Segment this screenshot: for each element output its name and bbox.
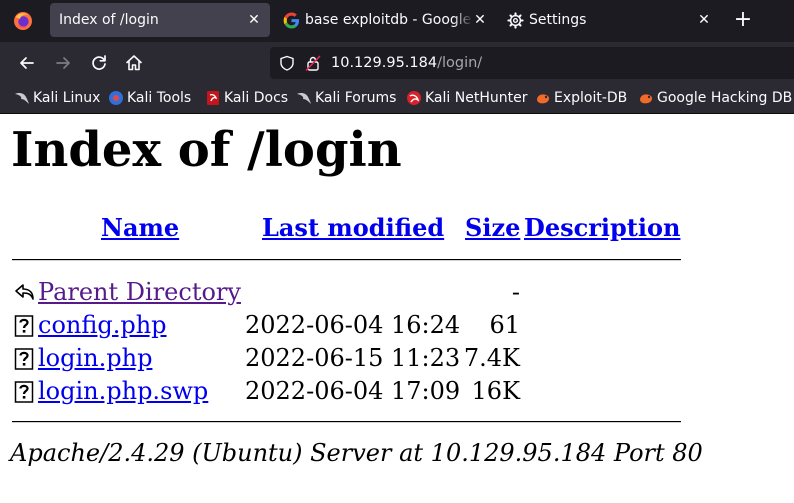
bookmark-label: Kali Docs bbox=[224, 90, 289, 106]
new-tab-button[interactable]: + bbox=[733, 8, 753, 32]
firefox-menu-icon[interactable] bbox=[13, 11, 33, 31]
unknown-file-icon bbox=[14, 381, 34, 403]
file-link-login-php[interactable]: login.php bbox=[38, 342, 152, 374]
file-size: 61 bbox=[489, 311, 520, 339]
column-header-last-modified[interactable]: Last modified bbox=[262, 213, 444, 243]
url-host: 10.129.95.184 bbox=[331, 55, 438, 71]
url-path: /login/ bbox=[437, 55, 483, 71]
file-size: 16K bbox=[471, 377, 520, 405]
page-content: Index of /login Name Last modified Size … bbox=[0, 115, 794, 503]
kali-tools-icon bbox=[109, 91, 123, 105]
parent-directory-link[interactable]: Parent Directory bbox=[38, 276, 241, 308]
nethunter-icon bbox=[407, 91, 421, 105]
exploitdb-icon bbox=[537, 94, 549, 104]
back-arrow-icon[interactable] bbox=[14, 50, 40, 76]
bookmark-label: Kali Linux bbox=[33, 90, 101, 106]
table-row: login.php.swp 2022-06-04 17:09 16K bbox=[12, 375, 532, 408]
exploitdb-icon bbox=[640, 94, 652, 104]
column-header-name[interactable]: Name bbox=[101, 213, 179, 243]
tab-strip: Index of /login ✕ base exploitdb - Googl… bbox=[0, 0, 794, 42]
file-link-config-php[interactable]: config.php bbox=[38, 309, 167, 341]
tab-label: Settings bbox=[529, 12, 587, 28]
reload-icon[interactable] bbox=[86, 50, 112, 76]
page-title: Index of /login bbox=[11, 122, 402, 178]
table-row: login.php 2022-06-15 11:23 7.4K bbox=[12, 342, 532, 375]
bookmark-label: Kali Forums bbox=[315, 90, 397, 106]
bookmark-label: Exploit-DB bbox=[554, 90, 628, 106]
column-header-size[interactable]: Size bbox=[465, 213, 520, 243]
gear-icon bbox=[507, 12, 524, 29]
close-tab-icon[interactable]: ✕ bbox=[246, 12, 262, 28]
home-icon[interactable] bbox=[121, 50, 147, 76]
back-arrow-icon bbox=[15, 284, 34, 300]
bookmark-label: Kali NetHunter bbox=[425, 90, 528, 106]
last-modified: 2022-06-04 17:09 bbox=[245, 377, 461, 405]
navigation-toolbar: 10.129.95.184/login/ bbox=[0, 42, 794, 84]
server-signature: Apache/2.4.29 (Ubuntu) Server at 10.129.… bbox=[10, 439, 703, 467]
file-link-login-php-swp[interactable]: login.php.swp bbox=[38, 375, 208, 407]
close-tab-icon[interactable]: ✕ bbox=[696, 12, 712, 28]
google-icon bbox=[283, 12, 300, 29]
tab-index-of-login[interactable]: Index of /login ✕ bbox=[50, 0, 270, 42]
close-tab-icon[interactable]: ✕ bbox=[472, 12, 488, 28]
last-modified: 2022-06-15 11:23 bbox=[245, 344, 461, 372]
shield-icon[interactable] bbox=[279, 55, 295, 71]
divider bbox=[12, 259, 681, 261]
insecure-lock-icon[interactable] bbox=[305, 55, 321, 71]
bookmark-label: Google Hacking DB bbox=[657, 90, 793, 106]
table-row: Parent Directory - bbox=[12, 276, 532, 309]
kali-dragon-icon bbox=[15, 93, 29, 104]
url-text[interactable]: 10.129.95.184/login/ bbox=[331, 54, 482, 72]
column-header-description[interactable]: Description bbox=[524, 213, 680, 243]
tab-label: Index of /login bbox=[59, 12, 159, 28]
kali-docs-icon bbox=[207, 91, 219, 105]
unknown-file-icon bbox=[14, 315, 34, 337]
file-size: 7.4K bbox=[463, 344, 520, 372]
url-bar[interactable]: 10.129.95.184/login/ bbox=[270, 47, 794, 79]
tab-google-search[interactable]: base exploitdb - Google S ✕ bbox=[276, 0, 494, 42]
last-modified: 2022-06-04 16:24 bbox=[245, 311, 461, 339]
tab-label: base exploitdb - Google S bbox=[305, 12, 473, 28]
divider bbox=[12, 421, 681, 423]
tab-settings[interactable]: Settings ✕ bbox=[500, 0, 720, 42]
kali-dragon-icon bbox=[297, 93, 311, 104]
table-row: config.php 2022-06-04 16:24 61 bbox=[12, 309, 532, 342]
file-size: - bbox=[511, 278, 520, 306]
bookmark-label: Kali Tools bbox=[127, 90, 192, 106]
unknown-file-icon bbox=[14, 348, 34, 370]
forward-arrow-icon[interactable] bbox=[50, 50, 76, 76]
bookmarks-toolbar: Kali Linux Kali Tools Kali Docs Kali For… bbox=[0, 84, 794, 114]
